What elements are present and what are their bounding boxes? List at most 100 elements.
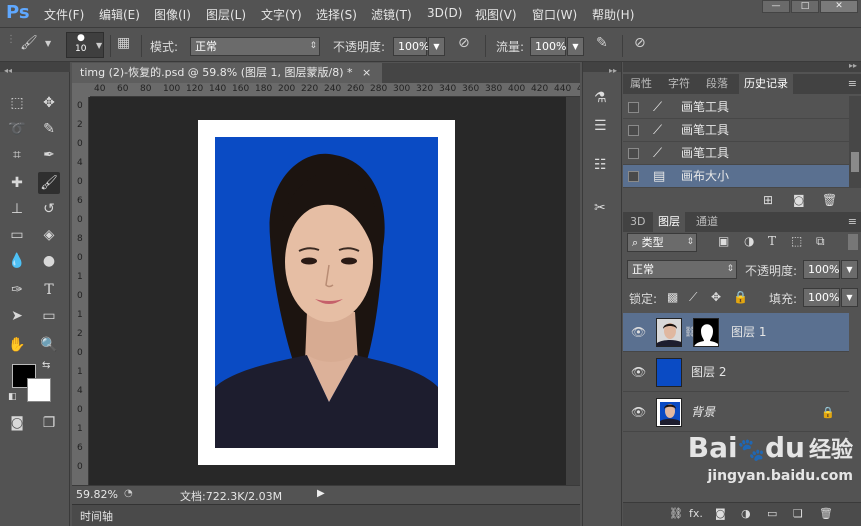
menu-file[interactable]: 文件(F) xyxy=(44,6,84,23)
zoom-tool-icon[interactable]: 🔍 xyxy=(38,334,60,356)
layer-name[interactable]: 图层 2 xyxy=(691,353,726,392)
airbrush-icon[interactable]: ✎ xyxy=(596,35,608,51)
mask-icon[interactable]: ◙ xyxy=(715,507,726,520)
zoom-level[interactable]: 59.82% xyxy=(76,488,118,501)
status-menu-arrow-icon[interactable]: ▶ xyxy=(317,488,325,499)
brush-panel-icon[interactable]: ▦ xyxy=(117,35,130,51)
eraser-tool-icon[interactable]: ▭ xyxy=(6,224,28,246)
opacity-dropdown[interactable]: ▼ xyxy=(428,37,445,56)
mode-select[interactable]: 正常 ⇕ xyxy=(190,37,320,56)
swap-colors-icon[interactable]: ⇆ xyxy=(42,360,50,371)
layer-opacity-dropdown[interactable]: ▼ xyxy=(841,260,858,279)
layer-opacity-input[interactable]: 100% xyxy=(803,260,840,279)
camera-icon[interactable]: ◙ xyxy=(793,193,805,207)
menu-type[interactable]: 文字(Y) xyxy=(261,6,302,23)
brush-tool-icon[interactable]: 🖌 xyxy=(38,172,60,194)
quick-mask-icon[interactable]: ◙ xyxy=(6,412,28,434)
document-tab[interactable]: timg (2)-恢复的.psd @ 59.8% (图层 1, 图层蒙版/8) … xyxy=(72,63,382,83)
brush-settings-icon[interactable]: ☰ xyxy=(594,118,607,134)
history-checkbox[interactable] xyxy=(628,102,639,113)
tab-layers[interactable]: 图层 xyxy=(653,212,685,232)
brush-size-picker[interactable]: ● 10 ▼ xyxy=(66,32,104,58)
history-checkbox[interactable] xyxy=(628,125,639,136)
menu-edit[interactable]: 编辑(E) xyxy=(99,6,140,23)
adjustment-icon[interactable]: ◑ xyxy=(741,507,751,520)
dodge-tool-icon[interactable]: ● xyxy=(38,250,60,272)
marquee-tool-icon[interactable]: ⬚ xyxy=(6,92,28,114)
panel-menu-icon[interactable]: ≡ xyxy=(848,215,857,228)
layer-filter-select[interactable]: ⌕ 类型 ⇕ xyxy=(627,233,697,252)
tab-history[interactable]: 历史记录 xyxy=(739,74,793,94)
menu-3d[interactable]: 3D(D) xyxy=(427,6,462,20)
link-icon[interactable]: ⛓ xyxy=(669,507,683,520)
menu-view[interactable]: 视图(V) xyxy=(475,6,517,23)
move-tool-icon[interactable]: ✥ xyxy=(38,92,60,114)
menu-help[interactable]: 帮助(H) xyxy=(592,6,634,23)
trash-icon[interactable]: 🗑 xyxy=(819,507,833,520)
tab-character[interactable]: 字符 xyxy=(663,74,695,94)
lock-position-icon[interactable]: ✥ xyxy=(711,290,721,304)
screen-mode-icon[interactable]: ❐ xyxy=(38,412,60,434)
tab-channels[interactable]: 通道 xyxy=(691,212,723,232)
menu-filter[interactable]: 滤镜(T) xyxy=(371,6,412,23)
blend-mode-select[interactable]: 正常 ⇕ xyxy=(627,260,737,279)
type-tool-icon[interactable]: T xyxy=(38,279,60,301)
trash-icon[interactable]: 🗑 xyxy=(822,193,837,207)
portrait-photo[interactable] xyxy=(215,137,438,448)
lock-transparency-icon[interactable]: ▩ xyxy=(667,290,678,304)
layer-name[interactable]: 图层 1 xyxy=(731,313,766,352)
path-select-tool-icon[interactable]: ➤ xyxy=(6,305,28,327)
filter-toggle[interactable] xyxy=(848,234,858,250)
panel-menu-icon[interactable]: ≡ xyxy=(848,77,857,90)
clone-source-icon[interactable]: ☷ xyxy=(594,157,607,173)
menu-layer[interactable]: 图层(L) xyxy=(206,6,246,23)
visibility-eye-icon[interactable]: 👁 xyxy=(631,393,646,432)
tools-presets-icon[interactable]: ✂ xyxy=(594,200,606,216)
minimize-button[interactable]: — xyxy=(762,0,790,13)
layer-row[interactable]: 👁 背景 🔒 xyxy=(623,393,849,432)
shape-tool-icon[interactable]: ▭ xyxy=(38,305,60,327)
pressure-opacity-icon[interactable]: ⊘ xyxy=(458,35,470,51)
history-checkbox[interactable] xyxy=(628,148,639,159)
hand-tool-icon[interactable]: ✋ xyxy=(6,334,28,356)
chevron-down-icon[interactable]: ▼ xyxy=(45,39,51,48)
menu-image[interactable]: 图像(I) xyxy=(154,6,191,23)
adjustment-filter-icon[interactable]: ◑ xyxy=(744,234,754,248)
layer-row[interactable]: 👁 图层 2 xyxy=(623,353,849,392)
history-item[interactable]: ⟋ 画笔工具 xyxy=(623,119,849,142)
stamp-tool-icon[interactable]: ⊥ xyxy=(6,198,28,220)
lasso-tool-icon[interactable]: ➰ xyxy=(6,118,28,140)
visibility-eye-icon[interactable]: 👁 xyxy=(631,353,646,392)
tab-properties[interactable]: 属性 xyxy=(625,74,657,94)
history-scrollbar[interactable] xyxy=(849,96,861,188)
healing-brush-tool-icon[interactable]: ✚ xyxy=(6,172,28,194)
new-document-from-state-icon[interactable]: ⊞ xyxy=(763,193,773,207)
blur-tool-icon[interactable]: 💧 xyxy=(6,250,28,272)
history-item[interactable]: ⟋ 画笔工具 xyxy=(623,142,849,165)
maximize-button[interactable]: □ xyxy=(791,0,819,13)
status-info-icon[interactable]: ◔ xyxy=(124,488,133,499)
canvas-scrollbar[interactable] xyxy=(566,97,580,485)
brush-presets-icon[interactable]: ⚗ xyxy=(594,90,607,106)
paint-bucket-tool-icon[interactable]: ◈ xyxy=(38,224,60,246)
history-checkbox[interactable] xyxy=(628,171,639,182)
fill-input[interactable]: 100% xyxy=(803,288,840,307)
type-filter-icon[interactable]: T xyxy=(768,234,776,248)
menu-select[interactable]: 选择(S) xyxy=(316,6,357,23)
close-tab-icon[interactable]: × xyxy=(362,66,371,79)
new-layer-icon[interactable]: ❏ xyxy=(793,507,803,520)
flow-input[interactable]: 100% xyxy=(530,37,566,56)
smart-object-filter-icon[interactable]: ⧉ xyxy=(816,234,825,249)
lock-pixels-icon[interactable]: ⟋ xyxy=(689,290,697,305)
menu-window[interactable]: 窗口(W) xyxy=(532,6,577,23)
fx-icon[interactable]: fx. xyxy=(689,507,703,520)
history-brush-tool-icon[interactable]: ↺ xyxy=(38,198,60,220)
shape-filter-icon[interactable]: ⬚ xyxy=(791,234,802,248)
folder-icon[interactable]: ▭ xyxy=(767,507,777,520)
opacity-input[interactable]: 100% xyxy=(393,37,429,56)
pressure-size-icon[interactable]: ⊘ xyxy=(634,35,646,51)
tab-3d[interactable]: 3D xyxy=(625,212,650,232)
flow-dropdown[interactable]: ▼ xyxy=(567,37,584,56)
history-item[interactable]: ⟋ 画笔工具 xyxy=(623,96,849,119)
pixel-filter-icon[interactable]: ▣ xyxy=(718,234,729,248)
